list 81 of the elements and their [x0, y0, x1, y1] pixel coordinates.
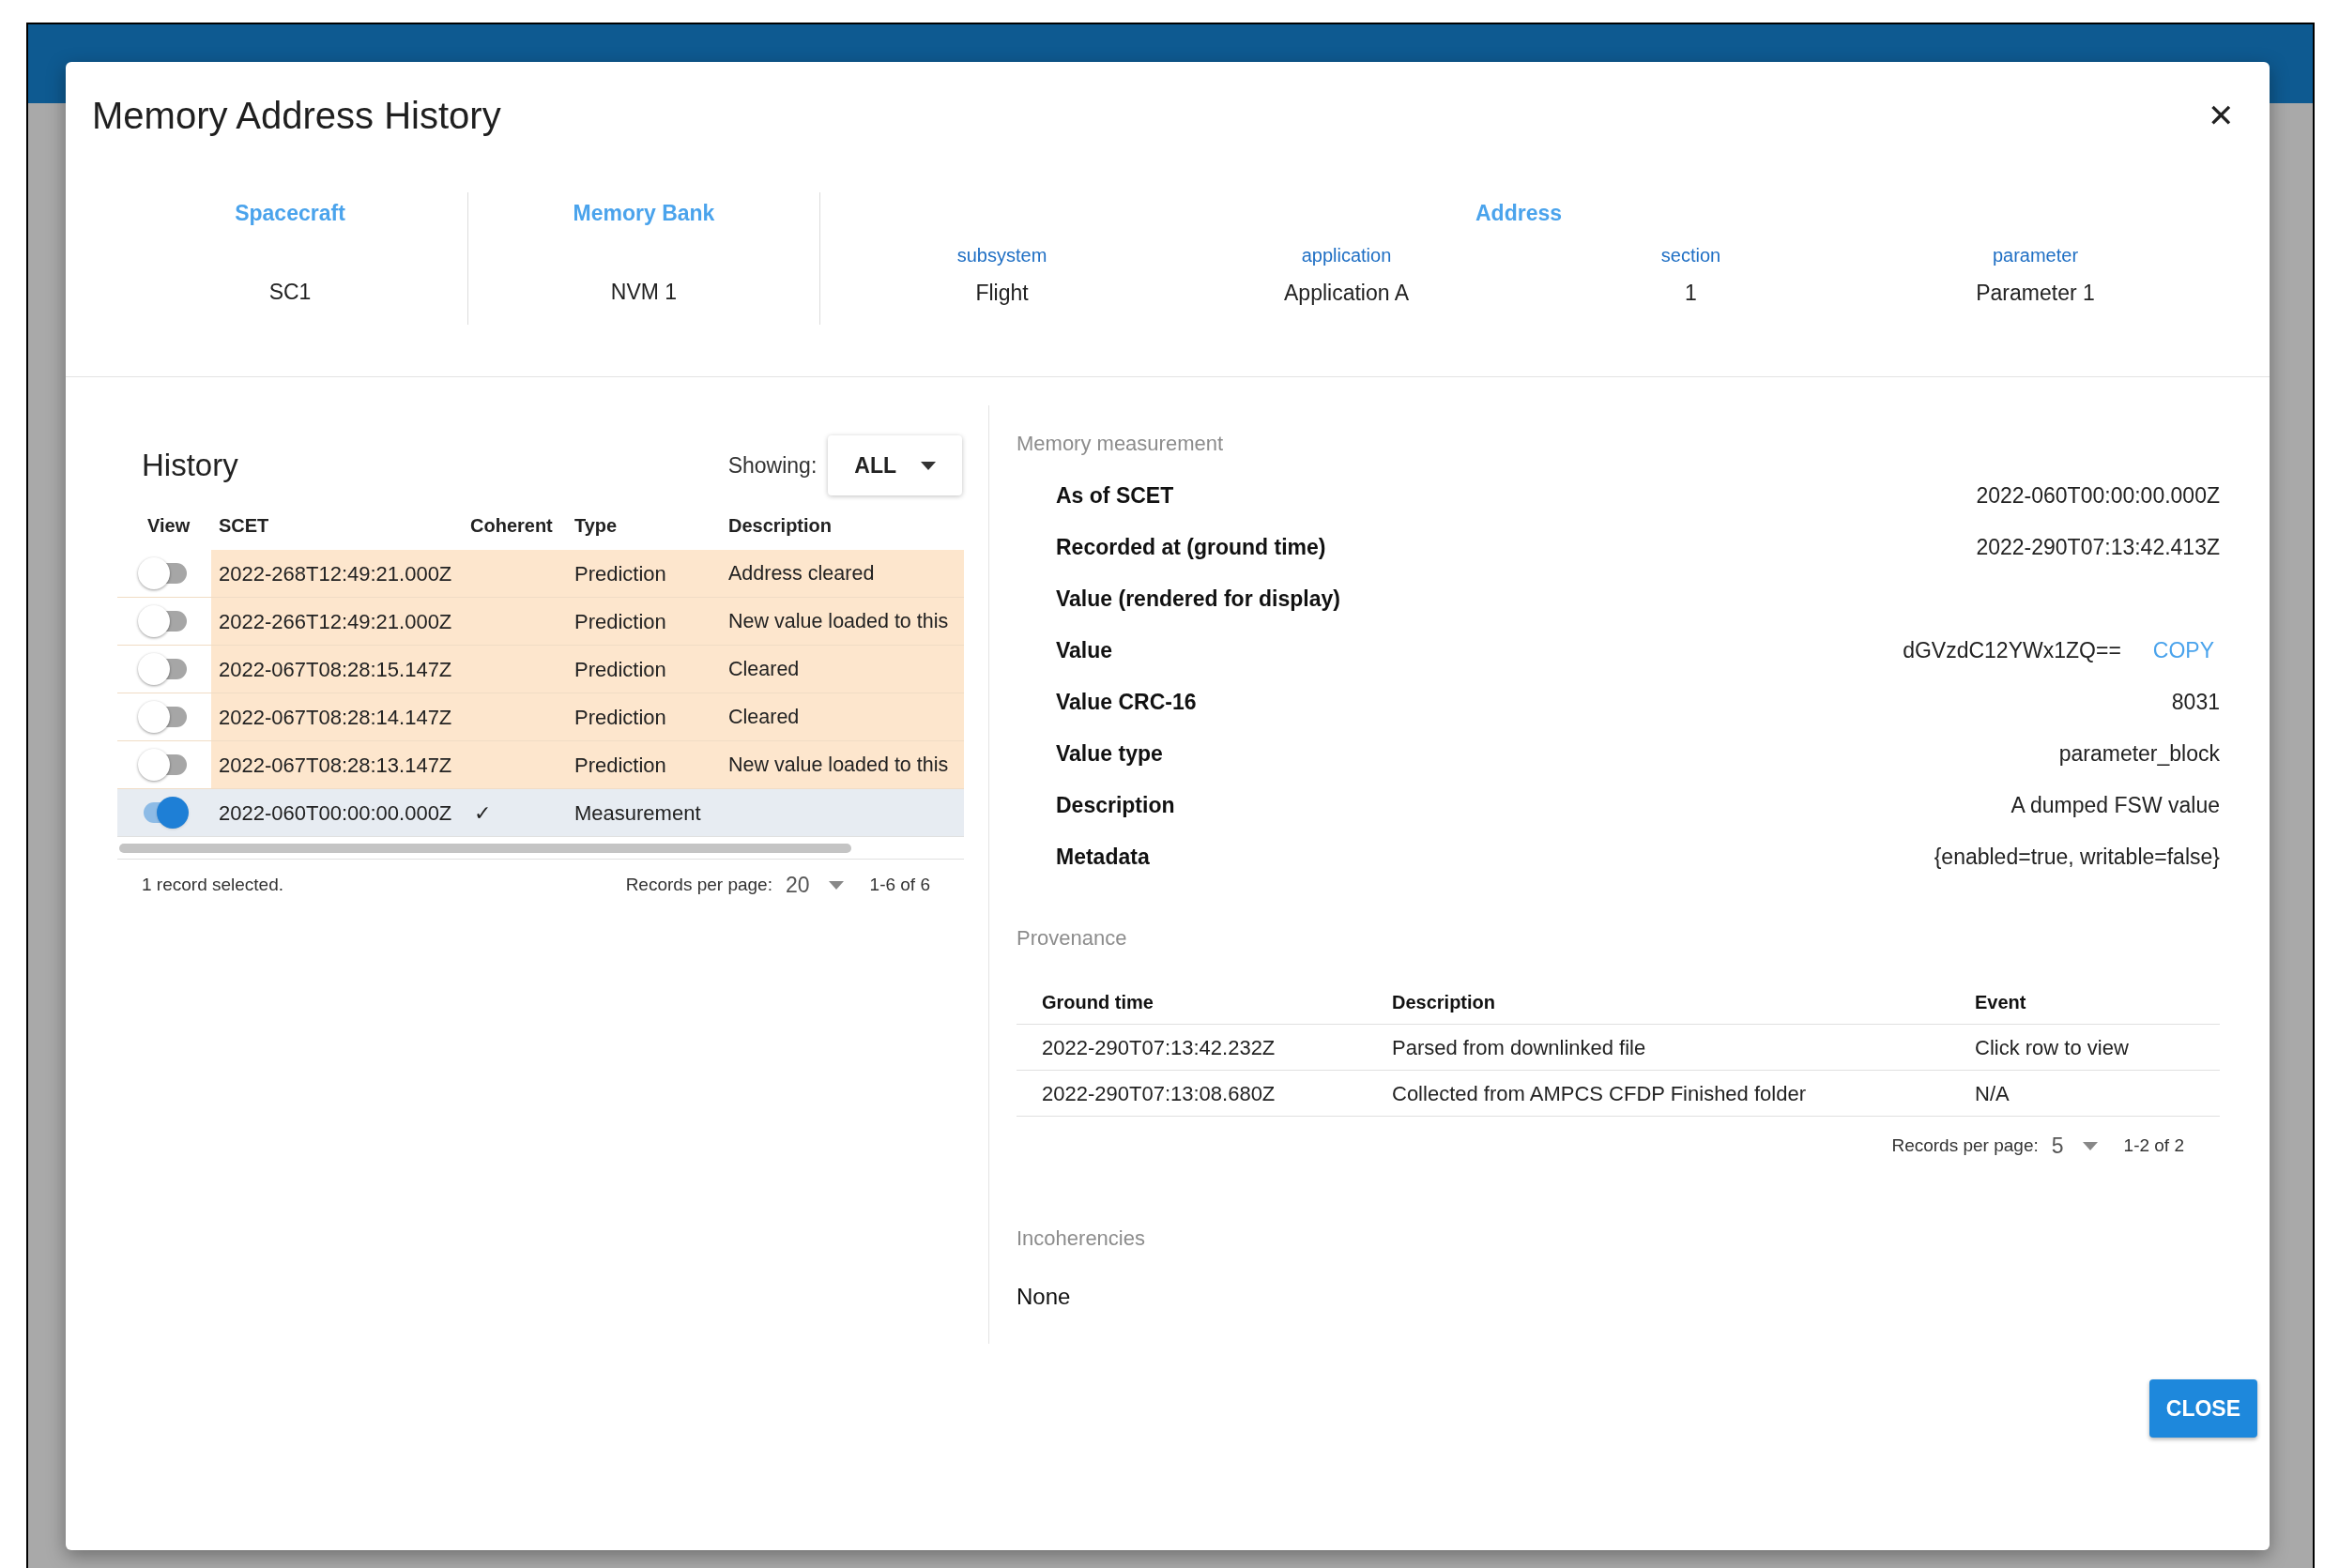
field-label: Description	[1056, 792, 1175, 820]
field-value: {enabled=true, writable=false}	[1934, 844, 2220, 872]
section-title: Incoherencies	[1017, 1226, 1145, 1250]
field-label: Value CRC-16	[1056, 689, 1197, 717]
table-cell-text: Prediction	[574, 656, 667, 683]
column-header: Description	[728, 514, 833, 538]
table-cell-text: Cleared	[728, 704, 800, 730]
table-cell-text: 2022-290T07:13:08.680Z	[1042, 1080, 1277, 1107]
table-cell-text: 2022-067T08:28:14.147Z	[218, 704, 453, 731]
table-cell-text: Measurement	[574, 799, 702, 827]
provenance-row[interactable]: 2022-290T07:13:42.232Z Parsed from downlinked file Click row to view	[1017, 1025, 2220, 1071]
address-part-value: Parameter 1	[1976, 279, 2095, 307]
per-page-label: Records per page:	[625, 873, 772, 896]
table-cell-text: 2022-290T07:13:42.232Z	[1042, 1034, 1277, 1061]
page-range: 1-2 of 2	[2123, 1134, 2184, 1157]
field-label: Memory Bank	[573, 200, 715, 227]
table-cell-text: 2022-268T12:49:21.000Z	[218, 560, 453, 587]
table-cell-text: Address cleared	[728, 560, 875, 586]
address-part-value: Flight	[975, 279, 1029, 307]
table-cell-text: Click row to view	[1975, 1034, 2129, 1061]
address-part-value: 1	[1685, 279, 1697, 307]
field-value: 8031	[2171, 689, 2220, 717]
field-value: A dumped FSW value	[2010, 792, 2220, 820]
table-cell-text: Prediction	[574, 704, 667, 731]
address-part-label: parameter	[1992, 243, 2079, 267]
column-header: Event	[1975, 990, 2026, 1014]
address-part-label: section	[1660, 243, 1721, 267]
table-cell-text: 2022-067T08:28:15.147Z	[218, 656, 453, 683]
dialog-title: Memory Address History	[92, 94, 501, 138]
address-part-value: Application A	[1284, 279, 1409, 307]
table-cell-text: Prediction	[574, 560, 667, 587]
incoherencies-value: None	[1017, 1284, 1071, 1309]
table-cell-text: Prediction	[574, 752, 667, 779]
table-cell-text: Cleared	[728, 656, 800, 682]
field-label: Spacecraft	[235, 200, 345, 227]
field-value: parameter_block	[2058, 740, 2220, 769]
field-label: As of SCET	[1056, 482, 1174, 510]
column-header: Coherent	[470, 514, 554, 538]
field-label: Metadata	[1056, 844, 1150, 872]
page-range: 1-6 of 6	[869, 873, 930, 896]
column-header: Description	[1392, 990, 1497, 1014]
field-label: Value (rendered for display)	[1056, 586, 1340, 614]
table-cell-text: New value loaded to this	[728, 608, 949, 634]
dropdown-caret-icon[interactable]	[921, 461, 936, 470]
provenance-row[interactable]: 2022-290T07:13:08.680Z Collected from AMPCS CFDP Finished folder N/A	[1017, 1071, 2220, 1117]
field-value: NVM 1	[610, 278, 678, 306]
section-title: Memory measurement	[1017, 432, 1224, 455]
check-mark: ✓	[474, 800, 491, 825]
field-label: Value	[1056, 637, 1113, 665]
selection-status: 1 record selected.	[142, 873, 284, 896]
section-title: Provenance	[1017, 926, 1127, 950]
column-header: Type	[574, 514, 619, 538]
per-page-select[interactable]: 20	[785, 868, 844, 902]
section-title: History	[142, 447, 238, 485]
field-label: Value type	[1056, 740, 1163, 769]
table-cell-text: 2022-060T00:00:00.000Z	[218, 799, 453, 827]
table-cell-text: New value loaded to this	[728, 752, 949, 778]
table-cell-text: 2022-067T08:28:13.147Z	[218, 752, 453, 779]
column-header: Ground time	[1042, 990, 1154, 1014]
field-value: 2022-290T07:13:42.413Z	[1976, 534, 2220, 562]
per-page-select[interactable]: 5	[2051, 1129, 2098, 1163]
showing-label: Showing:	[727, 451, 818, 480]
field-value: 2022-060T00:00:00.000Z	[1976, 482, 2220, 510]
table-cell-text: Parsed from downlinked file	[1392, 1034, 1647, 1061]
history-row[interactable]: 2022-060T00:00:00.000Z ✓ Measurement	[117, 789, 964, 837]
table-cell-text: 2022-266T12:49:21.000Z	[218, 608, 453, 635]
table-cell-text: Collected from AMPCS CFDP Finished folder	[1392, 1080, 1807, 1107]
per-page-label: Records per page:	[1891, 1134, 2039, 1157]
scrollbar[interactable]	[119, 843, 851, 853]
table-cell-text: N/A	[1975, 1080, 2010, 1107]
field-label: Recorded at (ground time)	[1056, 534, 1326, 562]
address-part-label: application	[1301, 243, 1392, 267]
column-header: SCET	[218, 514, 270, 538]
showing-dropdown[interactable]: ALL	[828, 435, 962, 495]
field-value: dGVzdC12YWx1ZQ==	[1903, 637, 2121, 665]
field-label: Address	[1475, 200, 1562, 227]
table-cell-text: Prediction	[574, 608, 667, 635]
column-header: View	[146, 514, 191, 538]
close-button[interactable]: CLOSE	[2148, 1379, 2257, 1438]
address-part-label: subsystem	[956, 243, 1047, 267]
field-value: SC1	[268, 278, 312, 306]
